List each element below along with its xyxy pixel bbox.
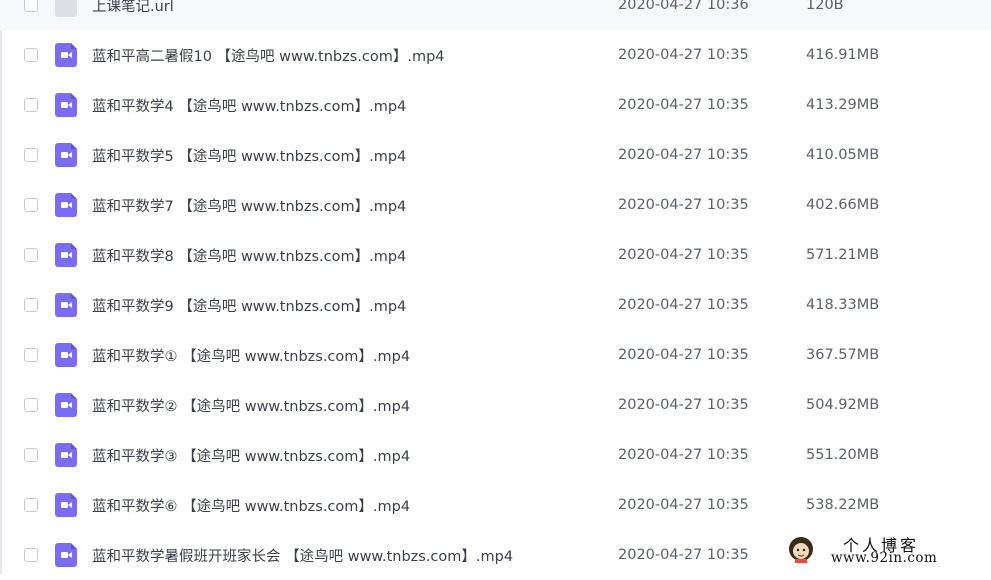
video-file-icon	[55, 93, 77, 117]
file-size: 538.22MB	[806, 497, 880, 513]
file-row[interactable]: 蓝和平数学⑥ 【途鸟吧 www.tnbzs.com】.mp4 2020-04-2…	[0, 480, 991, 530]
row-checkbox[interactable]	[24, 198, 38, 212]
watermark-url: www.92in.com	[831, 550, 938, 566]
video-file-icon	[55, 243, 77, 267]
row-checkbox[interactable]	[24, 48, 38, 62]
file-row[interactable]: 蓝和平数学① 【途鸟吧 www.tnbzs.com】.mp4 2020-04-2…	[0, 330, 991, 380]
video-file-icon	[55, 143, 77, 167]
file-date: 2020-04-27 10:35	[618, 97, 749, 113]
file-row[interactable]: 上课笔记.url 2020-04-27 10:36 120B	[0, 0, 991, 30]
file-row[interactable]: 蓝和平数学9 【途鸟吧 www.tnbzs.com】.mp4 2020-04-2…	[0, 280, 991, 330]
video-file-icon	[55, 43, 77, 67]
row-checkbox[interactable]	[24, 348, 38, 362]
file-name[interactable]: 蓝和平高二暑假10 【途鸟吧 www.tnbzs.com】.mp4	[92, 45, 445, 66]
file-name[interactable]: 蓝和平数学7 【途鸟吧 www.tnbzs.com】.mp4	[92, 195, 406, 216]
file-size: 367.57MB	[806, 347, 880, 363]
file-row[interactable]: 蓝和平高二暑假10 【途鸟吧 www.tnbzs.com】.mp4 2020-0…	[0, 30, 991, 80]
video-file-icon	[55, 443, 77, 467]
file-row[interactable]: 蓝和平数学7 【途鸟吧 www.tnbzs.com】.mp4 2020-04-2…	[0, 180, 991, 230]
video-file-icon	[55, 393, 77, 417]
file-name[interactable]: 蓝和平数学4 【途鸟吧 www.tnbzs.com】.mp4	[92, 95, 406, 116]
file-list: 上课笔记.url 2020-04-27 10:36 120B 蓝和平高二暑假10…	[0, 0, 991, 580]
row-checkbox[interactable]	[24, 98, 38, 112]
row-checkbox[interactable]	[24, 548, 38, 562]
file-date: 2020-04-27 10:35	[618, 447, 749, 463]
row-checkbox[interactable]	[24, 298, 38, 312]
video-file-icon	[55, 343, 77, 367]
file-size: 571.21MB	[806, 247, 880, 263]
file-row[interactable]: 蓝和平数学8 【途鸟吧 www.tnbzs.com】.mp4 2020-04-2…	[0, 230, 991, 280]
file-date: 2020-04-27 10:35	[618, 197, 749, 213]
file-size: 402.66MB	[806, 197, 880, 213]
row-checkbox[interactable]	[24, 248, 38, 262]
file-name[interactable]: 蓝和平数学5 【途鸟吧 www.tnbzs.com】.mp4	[92, 145, 406, 166]
file-name[interactable]: 蓝和平数学③ 【途鸟吧 www.tnbzs.com】.mp4	[92, 445, 410, 466]
file-name[interactable]: 蓝和平数学暑假班开班家长会 【途鸟吧 www.tnbzs.com】.mp4	[92, 545, 513, 566]
file-date: 2020-04-27 10:35	[618, 247, 749, 263]
cartoon-avatar-icon	[789, 537, 813, 563]
file-row[interactable]: 蓝和平数学5 【途鸟吧 www.tnbzs.com】.mp4 2020-04-2…	[0, 130, 991, 180]
row-checkbox[interactable]	[24, 448, 38, 462]
file-name[interactable]: 蓝和平数学① 【途鸟吧 www.tnbzs.com】.mp4	[92, 345, 410, 366]
file-row[interactable]: 蓝和平数学② 【途鸟吧 www.tnbzs.com】.mp4 2020-04-2…	[0, 380, 991, 430]
video-file-icon	[55, 543, 77, 567]
row-checkbox[interactable]	[24, 498, 38, 512]
file-size: 410.05MB	[806, 147, 880, 163]
file-name[interactable]: 蓝和平数学8 【途鸟吧 www.tnbzs.com】.mp4	[92, 245, 406, 266]
file-size: 120B	[806, 0, 844, 13]
file-date: 2020-04-27 10:35	[618, 347, 749, 363]
file-row[interactable]: 蓝和平数学4 【途鸟吧 www.tnbzs.com】.mp4 2020-04-2…	[0, 80, 991, 130]
file-name[interactable]: 蓝和平数学⑥ 【途鸟吧 www.tnbzs.com】.mp4	[92, 495, 410, 516]
file-date: 2020-04-27 10:36	[618, 0, 749, 13]
file-row[interactable]: 蓝和平数学③ 【途鸟吧 www.tnbzs.com】.mp4 2020-04-2…	[0, 430, 991, 480]
video-file-icon	[55, 193, 77, 217]
file-size: 416.91MB	[806, 47, 880, 63]
file-name[interactable]: 蓝和平数学9 【途鸟吧 www.tnbzs.com】.mp4	[92, 295, 406, 316]
url-file-icon	[55, 0, 77, 17]
file-name[interactable]: 上课笔记.url	[92, 0, 174, 16]
file-size: 418.33MB	[806, 297, 880, 313]
row-checkbox[interactable]	[24, 398, 38, 412]
file-date: 2020-04-27 10:35	[618, 397, 749, 413]
blog-watermark: 个人博客 www.92in.com	[787, 532, 977, 570]
row-checkbox[interactable]	[24, 0, 38, 12]
file-size: 504.92MB	[806, 397, 880, 413]
file-date: 2020-04-27 10:35	[618, 47, 749, 63]
file-size: 413.29MB	[806, 97, 880, 113]
video-file-icon	[55, 493, 77, 517]
file-name[interactable]: 蓝和平数学② 【途鸟吧 www.tnbzs.com】.mp4	[92, 395, 410, 416]
video-file-icon	[55, 293, 77, 317]
file-size: 551.20MB	[806, 447, 880, 463]
file-date: 2020-04-27 10:35	[618, 497, 749, 513]
row-checkbox[interactable]	[24, 148, 38, 162]
file-date: 2020-04-27 10:35	[618, 547, 749, 563]
file-date: 2020-04-27 10:35	[618, 297, 749, 313]
file-date: 2020-04-27 10:35	[618, 147, 749, 163]
